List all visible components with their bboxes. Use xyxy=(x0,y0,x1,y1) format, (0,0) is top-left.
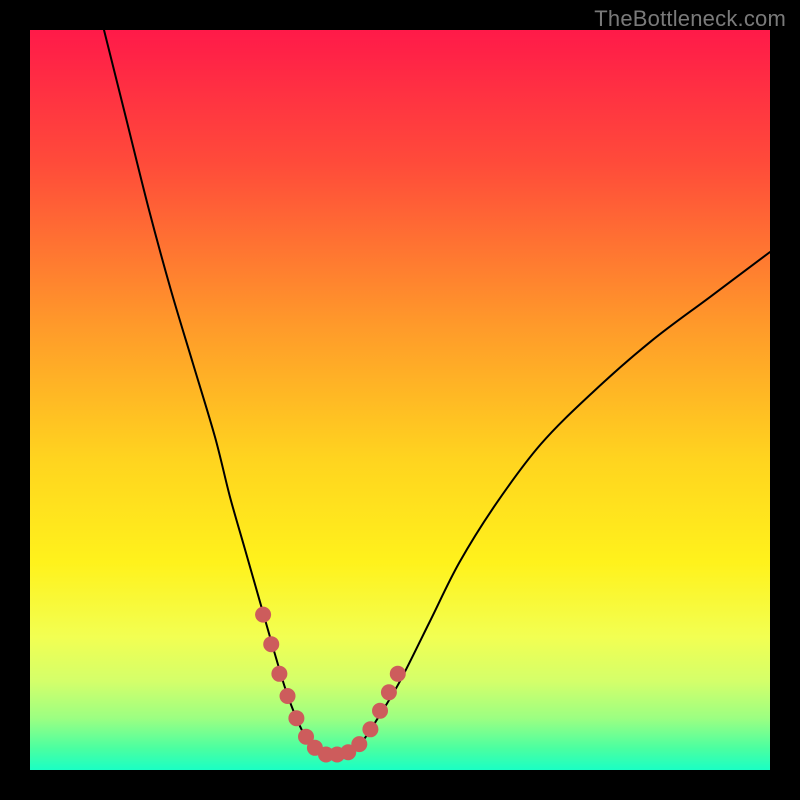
valley-markers-group xyxy=(255,607,406,763)
watermark-text: TheBottleneck.com xyxy=(594,6,786,32)
valley-marker xyxy=(351,736,367,752)
valley-marker xyxy=(280,688,296,704)
valley-marker xyxy=(288,710,304,726)
chart-svg xyxy=(30,30,770,770)
valley-marker xyxy=(362,721,378,737)
bottleneck-curve xyxy=(104,30,770,755)
plot-area xyxy=(30,30,770,770)
valley-marker xyxy=(255,607,271,623)
valley-marker xyxy=(390,666,406,682)
chart-stage: TheBottleneck.com xyxy=(0,0,800,800)
valley-marker xyxy=(271,666,287,682)
valley-marker xyxy=(372,703,388,719)
valley-marker xyxy=(381,684,397,700)
valley-marker xyxy=(263,636,279,652)
